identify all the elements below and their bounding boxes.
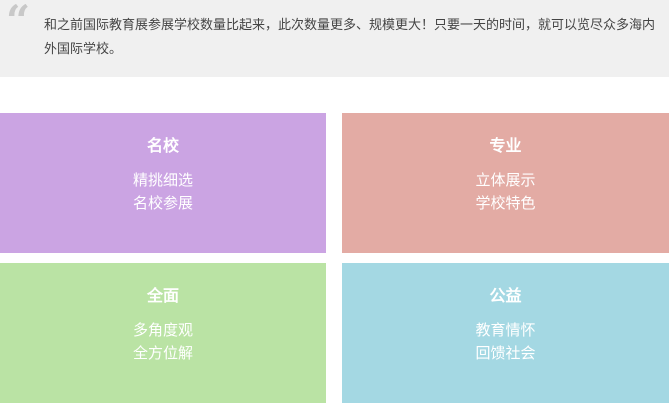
card-line: 回馈社会 (475, 344, 536, 362)
quote-mark-icon: “ (6, 0, 31, 45)
feature-card-famous-schools: 名校 精挑细选 名校参展 (0, 113, 326, 253)
card-title: 名校 (146, 136, 179, 155)
card-title: 全面 (146, 286, 179, 305)
card-line: 教育情怀 (475, 321, 536, 339)
feature-card-public-welfare: 公益 教育情怀 回馈社会 (342, 263, 669, 403)
card-line: 精挑细选 (132, 171, 193, 189)
card-line: 立体展示 (475, 171, 536, 189)
feature-card-professional: 专业 立体展示 学校特色 (342, 113, 669, 253)
card-line: 名校参展 (132, 194, 193, 212)
feature-card-comprehensive: 全面 多角度观 全方位解 (0, 263, 326, 403)
card-title: 公益 (489, 286, 522, 305)
card-line: 全方位解 (132, 344, 193, 362)
card-title: 专业 (489, 136, 522, 155)
card-line: 学校特色 (475, 194, 536, 212)
card-line: 多角度观 (132, 321, 193, 339)
intro-text: 和之前国际教育展参展学校数量比起来，此次数量更多、规模更大！只要一天的时间，就可… (44, 18, 656, 57)
intro-quote-box: “ 和之前国际教育展参展学校数量比起来，此次数量更多、规模更大！只要一天的时间，… (0, 0, 669, 77)
